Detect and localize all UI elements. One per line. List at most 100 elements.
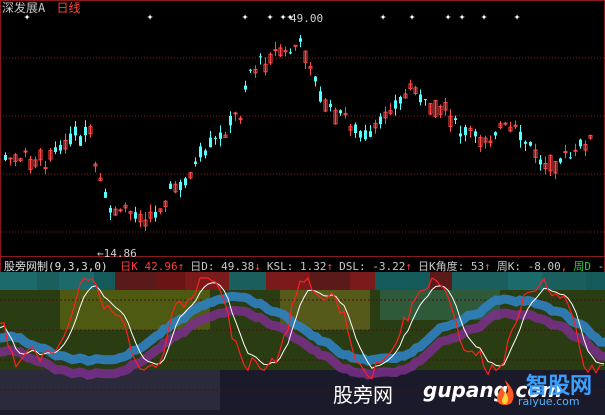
candle-body [314, 76, 317, 82]
chart-title: 深发展A 日线 [2, 1, 80, 15]
candle-body [8, 157, 13, 160]
marker-icon: ✦ [409, 10, 416, 23]
watermark-gupang-cn: 股旁网 [333, 383, 393, 407]
arrow-left-icon: ← [97, 247, 104, 260]
marker-icon: ✦ [481, 10, 488, 23]
readout-value: 42.96 [137, 260, 178, 273]
readout-1: 日D: 49.38↓ [190, 260, 261, 273]
candle-body [209, 137, 212, 148]
indicator-band [375, 272, 430, 290]
indicator-params: (9,3,3,0) [48, 260, 108, 273]
candle-body [199, 146, 202, 158]
high-price-value: 49.00 [290, 12, 324, 25]
candle-body [84, 126, 87, 136]
chart-canvas[interactable]: ✦ ✦ ✦ ✦ ✦ ✦ ✦ ✦ ✦ ✦ ✦ ✦ [0, 0, 605, 415]
readout-2: KSL: 1.32↑ [267, 260, 333, 273]
candle-body [118, 209, 123, 212]
candle-body [43, 167, 48, 170]
candle-body [494, 132, 497, 136]
readout-value: -8 [597, 260, 605, 273]
candle-body [109, 207, 112, 213]
readout-5: 周K: -8.00, [497, 260, 568, 273]
indicator-band [542, 272, 586, 290]
candle-body [529, 141, 532, 146]
candle-body [563, 151, 568, 154]
candle-body [559, 158, 562, 163]
indicator-band [229, 272, 266, 290]
period-label[interactable]: 日线 [56, 1, 80, 15]
readout-arrow-icon: ↓ [254, 260, 261, 273]
candle-body [569, 157, 572, 159]
high-price-annotation: 49.00 [290, 12, 323, 25]
readout-value: 49.38 [214, 260, 255, 273]
readout-label: 日D: [190, 260, 215, 273]
readout-6: 周D -8 [573, 260, 605, 273]
candle-body [59, 144, 62, 151]
candle-body [273, 49, 278, 52]
candle-body [464, 127, 467, 136]
candle-body [214, 137, 217, 139]
readout-value: 53 [464, 260, 485, 273]
readout-label: 周K: [496, 260, 521, 273]
indicator-band [310, 272, 350, 290]
candle-body [74, 126, 77, 136]
marker-icon: ✦ [445, 10, 452, 23]
candle-body [299, 38, 302, 42]
readout-arrow-icon: , [560, 260, 568, 273]
low-price-value: 14.86 [103, 247, 137, 260]
candle-body [54, 147, 57, 152]
candle-body [249, 69, 252, 71]
candle-body [233, 112, 238, 115]
indicator-band [508, 272, 542, 290]
candle-body [364, 130, 367, 140]
readout-label: KSL: [266, 260, 294, 273]
indicator-header: 股旁网制(9,3,3,0) 日K 42.96↑ 日D: 49.38↓ KSL: 1.… [4, 260, 605, 274]
candle-body [419, 94, 422, 103]
candle-body [179, 182, 182, 191]
readout-arrow-icon: ↑ [326, 260, 334, 273]
flame-logo-icon [490, 378, 520, 408]
readout-arrow-icon: ↑ [177, 260, 185, 273]
readout-label: 日K [120, 260, 138, 273]
candle-body [293, 44, 298, 47]
indicator-band [115, 272, 156, 290]
marker-icon: ✦ [147, 10, 154, 23]
candle-body [259, 56, 262, 58]
candle-body [573, 149, 578, 152]
indicator-band [350, 272, 375, 290]
candle-body [399, 97, 402, 104]
candle-body [154, 211, 157, 218]
readout-0: 日K 42.96↑ [120, 260, 184, 273]
indicator-band [59, 272, 94, 290]
marker-icon: ✦ [380, 10, 387, 23]
watermark-zhigu-en: raiyue.com [518, 395, 580, 408]
indicator-band [185, 272, 229, 290]
marker-icon: ✦ [514, 10, 521, 23]
readout-value: -3.22 [365, 260, 406, 273]
candle-body [354, 124, 357, 133]
candle-body [79, 136, 82, 146]
stock-name: 深发展A [2, 1, 46, 15]
readout-arrow-icon: ↑ [484, 260, 491, 273]
candle-body [369, 131, 372, 137]
candle-body [579, 139, 582, 147]
stock-chart-window: ✦ ✦ ✦ ✦ ✦ ✦ ✦ ✦ ✦ ✦ ✦ ✦ 深发展A 日线 ←14.86 49.00 股旁网制(9… [0, 0, 605, 415]
indicator-readouts: 日K 42.96↑ 日D: 49.38↓ KSL: 1.32↑ DSL: -3.22↑… [114, 260, 605, 273]
candle-body [219, 132, 222, 139]
candle-body [394, 100, 397, 109]
candle-body [244, 85, 247, 90]
candle-body [169, 183, 172, 189]
marker-icon: ✦ [459, 10, 466, 23]
marker-icon: ✦ [267, 10, 274, 23]
candle-body [503, 122, 508, 125]
readout-label: DSL: [339, 260, 366, 273]
readout-3: DSL: -3.22↑ [339, 260, 412, 273]
candle-body [539, 159, 542, 165]
indicator-band [37, 272, 59, 290]
indicator-name[interactable]: 股旁网制 [4, 260, 48, 273]
marker-icon: ✦ [280, 10, 287, 23]
candle-body [134, 212, 137, 219]
candle-body [519, 131, 522, 141]
candle-body [524, 141, 527, 144]
indicator-band [266, 272, 310, 290]
